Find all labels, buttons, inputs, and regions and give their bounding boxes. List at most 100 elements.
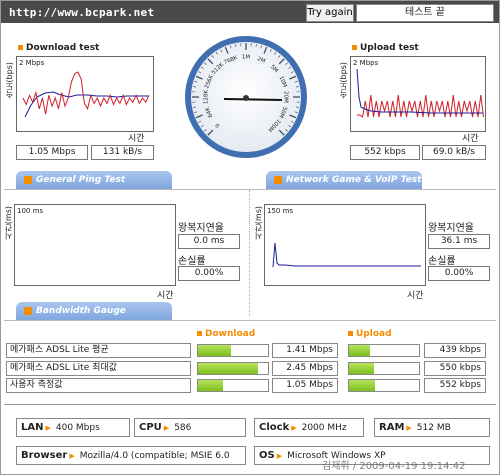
bandwidth-row-label: 메가패스 ADSL Lite 평균 xyxy=(6,343,191,358)
bandwidth-download-header: Download xyxy=(197,329,255,339)
upload-y-axis-label: 속도(bps) xyxy=(339,62,348,99)
browser-label: Browser xyxy=(21,450,68,461)
game-graph-svg xyxy=(272,242,421,268)
ping-latency-value: 0.0 ms xyxy=(178,234,240,249)
upload-bar xyxy=(348,344,420,357)
download-bar-fill xyxy=(198,380,224,391)
lan-info: LAN ▶ 400 Mbps xyxy=(16,418,130,437)
arrow-right-icon: ▶ xyxy=(276,452,283,460)
ping-loss-value: 0.00% xyxy=(178,266,240,281)
watermark: 김재휘 / 2009-04-19 19:14:42 xyxy=(322,461,466,472)
upload-value: 552 kbps xyxy=(424,378,486,393)
upload-kbps-value: 552 kbps xyxy=(350,145,420,160)
gauge-tick-label: 128K xyxy=(204,90,210,104)
upload-blue-line xyxy=(356,68,483,114)
game-latency-value: 36.1 ms xyxy=(428,234,490,249)
download-x-axis-label: 시간 xyxy=(128,134,145,144)
download-bar xyxy=(197,362,269,375)
try-again-button[interactable]: Try again xyxy=(306,4,354,22)
gauge-pivot xyxy=(243,95,249,101)
upload-kbs-value: 69.0 kB/s xyxy=(422,145,486,160)
game-y-axis-label: 시간(ms) xyxy=(254,206,263,241)
tab-bullet-icon xyxy=(24,306,32,315)
cpu-value: 586 xyxy=(174,423,192,433)
tab-bullet-icon xyxy=(24,175,32,184)
ping-graph: 100 ms xyxy=(14,204,176,286)
upload-bar-fill xyxy=(349,363,375,374)
browser-info: Browser ▶ Mozilla/4.0 (compatible; MSIE 6.… xyxy=(16,446,246,465)
divider xyxy=(4,404,496,405)
bullet-icon xyxy=(197,331,202,336)
upload-graph-svg xyxy=(356,68,484,118)
download-value: 2.45 Mbps xyxy=(272,361,338,376)
game-graph: 150 ms xyxy=(264,204,426,286)
ping-y-axis-label: 시간(ms) xyxy=(4,206,13,241)
download-title: Download test xyxy=(18,43,99,53)
upload-value: 550 kbps xyxy=(424,361,486,376)
download-bar xyxy=(197,344,269,357)
download-value: 1.41 Mbps xyxy=(272,343,338,358)
arrow-right-icon: ▶ xyxy=(69,452,75,460)
ram-value: 512 MB xyxy=(416,423,451,433)
download-bar-fill xyxy=(198,363,258,374)
gauge-tick-label: 1M xyxy=(242,55,250,61)
download-bar-fill xyxy=(198,345,231,356)
upload-bar-fill xyxy=(349,380,375,391)
ping-scale: 100 ms xyxy=(17,207,44,215)
ping-x-axis-label: 시간 xyxy=(157,291,174,301)
game-latency-line xyxy=(272,242,421,268)
gauge-needle xyxy=(223,98,283,101)
arrow-right-icon: ▶ xyxy=(45,424,51,432)
ram-label: RAM xyxy=(379,422,405,433)
vertical-divider xyxy=(249,190,251,316)
upload-x-axis-label: 시간 xyxy=(462,134,479,144)
divider xyxy=(4,320,496,321)
arrow-right-icon: ▶ xyxy=(406,424,412,432)
bullet-icon xyxy=(18,45,23,50)
cpu-label: CPU xyxy=(139,422,162,433)
download-value: 1.05 Mbps xyxy=(272,378,338,393)
download-mbps-value: 1.05 Mbps xyxy=(16,145,88,160)
site-url[interactable]: http://www.bcpark.net xyxy=(9,6,154,19)
bandwidth-upload-header: Upload xyxy=(348,329,392,339)
download-red-line xyxy=(22,71,150,115)
upload-bar xyxy=(348,379,420,392)
clock-value: 2000 MHz xyxy=(301,423,347,433)
upload-red-line xyxy=(357,94,484,118)
tab-bandwidth-gauge[interactable]: Bandwidth Gauge xyxy=(16,302,172,320)
arrow-right-icon: ▶ xyxy=(163,424,170,432)
ping-latency-label: 왕복지연율 xyxy=(178,223,224,234)
game-loss-value: 0.00% xyxy=(428,266,490,281)
upload-value: 439 kbps xyxy=(424,343,486,358)
arrow-right-icon: ▶ xyxy=(291,424,297,432)
tab-general-ping-test[interactable]: General Ping Test xyxy=(16,171,172,189)
download-bar xyxy=(197,379,269,392)
clock-info: Clock ▶ 2000 MHz xyxy=(254,418,364,437)
upload-bar xyxy=(348,362,420,375)
os-label: OS xyxy=(259,450,275,461)
download-graph: 2 Mbps xyxy=(16,56,154,132)
test-status-field: 테스트 끝 xyxy=(356,4,494,22)
ping-loss-label: 손실률 xyxy=(178,256,206,267)
game-loss-label: 손실률 xyxy=(428,256,456,267)
cpu-info: CPU ▶ 586 xyxy=(134,418,246,437)
clock-label: Clock xyxy=(259,422,290,433)
download-graph-svg xyxy=(22,71,150,118)
upload-title: Upload test xyxy=(352,43,419,53)
browser-value: Mozilla/4.0 (compatible; MSIE 6.0 xyxy=(79,451,230,461)
bandwidth-row-label: 메가패스 ADSL Lite 최대값 xyxy=(6,361,191,376)
speed-gauge: 064K128K256K512K768K 1M 2M5M10M20M50M100M xyxy=(185,36,307,158)
bullet-icon xyxy=(352,45,357,50)
bandwidth-row-label: 사용자 측정값 xyxy=(6,378,191,393)
lan-label: LAN xyxy=(21,422,44,433)
download-kbs-value: 131 kB/s xyxy=(91,145,154,160)
download-y-axis-label: 속도(bps) xyxy=(5,62,14,99)
upload-graph: 2 Mbps xyxy=(350,56,486,132)
gauge-tick-label: 20M xyxy=(283,91,289,103)
lan-value: 400 Mbps xyxy=(55,423,100,433)
ram-info: RAM ▶ 512 MB xyxy=(374,418,490,437)
upload-bar-fill xyxy=(349,345,370,356)
bullet-icon xyxy=(348,331,353,336)
game-latency-label: 왕복지연율 xyxy=(428,223,474,234)
tab-network-game-voip-test[interactable]: Network Game & VoIP Test xyxy=(266,171,422,189)
